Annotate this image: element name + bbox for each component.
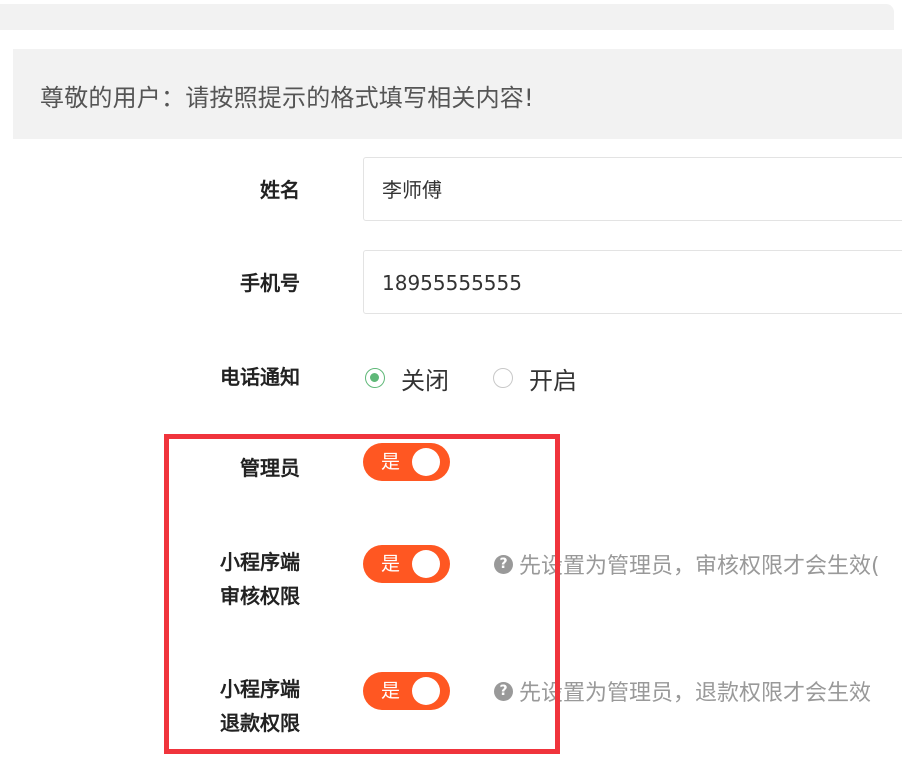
radio-open-circle: [493, 368, 513, 388]
admin-switch-knob: [412, 448, 440, 476]
name-input-value: 李师傅: [382, 178, 442, 202]
mp-audit-label-line1: 小程序端: [220, 550, 300, 574]
radio-close[interactable]: 关闭: [365, 365, 449, 395]
radio-close-circle: [365, 368, 385, 388]
mp-refund-switch[interactable]: 是: [363, 672, 450, 710]
mp-refund-label-line2: 退款权限: [220, 711, 300, 735]
mp-refund-switch-text: 是: [381, 680, 401, 702]
mp-audit-switch-knob: [412, 550, 440, 578]
question-icon: ?: [494, 681, 513, 701]
mp-audit-label: 小程序端 审核权限: [200, 545, 300, 613]
mp-audit-tip-text: 先设置为管理员，审核权限才会生效(: [519, 554, 880, 579]
mp-refund-tip-text: 先设置为管理员，退款权限才会生效: [519, 681, 872, 706]
top-strip: [0, 4, 894, 30]
radio-open-label: 开启: [529, 366, 577, 395]
phone-input-value: 18955555555: [382, 271, 522, 295]
phone-input[interactable]: 18955555555: [363, 250, 902, 314]
call-notify-label: 电话通知: [220, 365, 300, 389]
mp-audit-tip: ? 先设置为管理员，审核权限才会生效(: [494, 549, 880, 579]
radio-close-label: 关闭: [401, 366, 449, 395]
notice-text: 尊敬的用户：请按照提示的格式填写相关内容!: [40, 84, 534, 112]
admin-switch[interactable]: 是: [363, 443, 450, 481]
radio-open[interactable]: 开启: [493, 365, 577, 395]
mp-audit-switch[interactable]: 是: [363, 545, 450, 583]
mp-refund-switch-knob: [412, 677, 440, 705]
page: 尊敬的用户：请按照提示的格式填写相关内容! 姓名 李师傅 手机号 1895555…: [0, 0, 902, 764]
phone-label: 手机号: [240, 271, 300, 295]
admin-label: 管理员: [240, 456, 300, 480]
mp-refund-tip: ? 先设置为管理员，退款权限才会生效: [494, 676, 871, 706]
mp-refund-label-line1: 小程序端: [220, 677, 300, 701]
name-input[interactable]: 李师傅: [363, 157, 902, 221]
admin-switch-text: 是: [381, 451, 401, 473]
mp-refund-label: 小程序端 退款权限: [200, 672, 300, 740]
notice-banner: 尊敬的用户：请按照提示的格式填写相关内容!: [13, 49, 902, 139]
question-icon: ?: [494, 554, 513, 574]
mp-audit-label-line2: 审核权限: [220, 584, 300, 608]
name-label: 姓名: [260, 178, 300, 202]
mp-audit-switch-text: 是: [381, 553, 401, 575]
